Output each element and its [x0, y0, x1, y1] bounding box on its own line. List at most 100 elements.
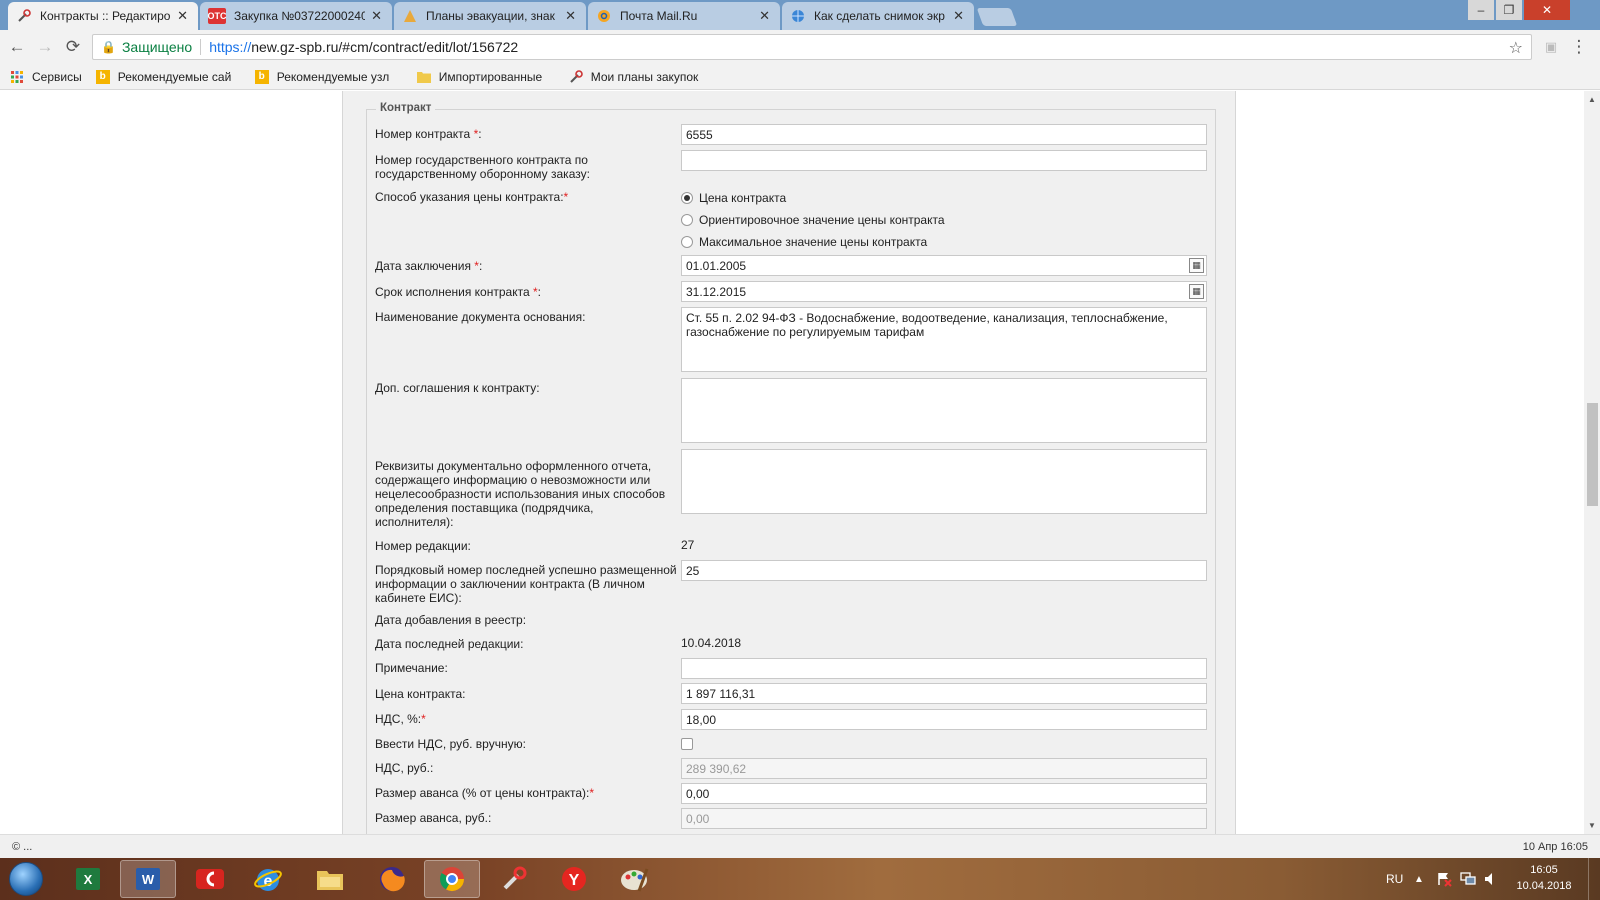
url-text: https://new.gz-spb.ru/#cm/contract/edit/…	[209, 39, 519, 55]
action-center-flag-icon[interactable]	[1436, 858, 1452, 900]
evac-icon	[402, 8, 418, 24]
close-window-button[interactable]: ✕	[1524, 0, 1570, 20]
bookmarks-bar: Сервисы b Рекомендуемые сай b Рекомендуе…	[0, 64, 1600, 90]
svg-text:Y: Y	[569, 872, 580, 889]
bookmark-recommended-1[interactable]: b Рекомендуемые сай	[95, 69, 241, 84]
chrome-app[interactable]	[424, 860, 480, 898]
show-desktop-button[interactable]	[1588, 858, 1600, 900]
vat-manual-label: Ввести НДС, руб. вручную:	[375, 737, 526, 751]
language-indicator[interactable]: RU	[1386, 858, 1403, 900]
new-tab-button[interactable]	[976, 8, 1018, 26]
network-icon[interactable]	[1460, 858, 1476, 900]
secure-label: Защищено	[121, 39, 193, 55]
close-icon[interactable]: ✕	[759, 8, 770, 24]
price-method-label: Способ указания цены контракта:*	[375, 190, 569, 204]
volume-icon[interactable]	[1484, 858, 1498, 900]
reload-icon[interactable]: ⟳	[62, 36, 84, 58]
forward-arrow-icon[interactable]: →	[34, 36, 56, 58]
firefox-app[interactable]	[364, 860, 420, 898]
apps-icon	[10, 70, 24, 84]
contract-price-label: Цена контракта:	[375, 687, 466, 701]
basis-document-label: Наименование документа основания:	[375, 310, 586, 324]
conclusion-date-label: Дата заключения *:	[375, 259, 483, 273]
show-hidden-icons[interactable]: ▲	[1414, 858, 1424, 900]
page-scrollbar[interactable]: ▲ ▼	[1584, 91, 1600, 834]
advance-percent-input[interactable]: 0,00	[681, 783, 1207, 804]
tab-mail[interactable]: Почта Mail.Ru ✕	[588, 2, 780, 30]
bookmark-services[interactable]: Сервисы	[10, 70, 82, 84]
execution-term-input[interactable]: 31.12.2015 ▦	[681, 281, 1207, 302]
basis-document-textarea[interactable]: Ст. 55 п. 2.02 94-ФЗ - Водоснабжение, во…	[681, 307, 1207, 372]
page-viewport: Контракт Номер контракта *: 6555 Номер г…	[0, 91, 1584, 834]
price-option-maximum[interactable]: Максимальное значение цены контракта	[681, 235, 927, 249]
vat-rub-label: НДС, руб.:	[375, 761, 434, 775]
vat-manual-checkbox[interactable]	[681, 738, 693, 750]
address-bar[interactable]: 🔒 Защищено https://new.gz-spb.ru/#cm/con…	[92, 34, 1532, 60]
windows-logo-icon	[9, 862, 43, 896]
supplementary-label: Доп. соглашения к контракту:	[375, 381, 540, 395]
last-info-number-input[interactable]: 25	[681, 560, 1207, 581]
advance-rub-input: 0,00	[681, 808, 1207, 829]
bing-icon: b	[254, 69, 269, 84]
vat-percent-input[interactable]: 18,00	[681, 709, 1207, 730]
calendar-icon[interactable]: ▦	[1189, 284, 1204, 299]
calendar-icon[interactable]: ▦	[1189, 258, 1204, 273]
restore-button[interactable]: ❐	[1496, 0, 1522, 20]
scroll-up-icon[interactable]: ▲	[1588, 95, 1596, 104]
report-details-textarea[interactable]	[681, 449, 1207, 514]
note-input[interactable]	[681, 658, 1207, 679]
tools-app[interactable]	[486, 860, 542, 898]
report-details-label: Реквизиты документально оформленного отч…	[375, 459, 666, 529]
bookmark-recommended-2[interactable]: b Рекомендуемые узл	[254, 69, 403, 84]
menu-icon[interactable]: ⋮	[1568, 36, 1590, 58]
status-right: 10 Апр 16:05	[1522, 840, 1588, 853]
bookmark-imported[interactable]: Импортированные	[416, 70, 555, 84]
paint-app[interactable]	[606, 860, 662, 898]
vat-rub-input: 289 390,62	[681, 758, 1207, 779]
bookmark-star-icon[interactable]: ☆	[1509, 38, 1523, 58]
minimize-button[interactable]: –	[1468, 0, 1494, 20]
registry-date-label: Дата добавления в реестр:	[375, 613, 527, 627]
price-option-contract[interactable]: Цена контракта	[681, 191, 786, 205]
tab-contracts[interactable]: Контракты :: Редактиров ✕	[8, 2, 198, 30]
acrobat-app[interactable]	[182, 860, 238, 898]
back-arrow-icon[interactable]: ←	[6, 36, 28, 58]
contract-price-input[interactable]: 1 897 116,31	[681, 683, 1207, 704]
bookmark-my-plans[interactable]: Мои планы закупок	[569, 69, 698, 84]
word-app[interactable]: W	[120, 860, 176, 898]
yandex-app[interactable]: Y	[546, 860, 602, 898]
radio-unselected[interactable]	[681, 236, 693, 248]
last-revision-date-value: 10.04.2018	[681, 636, 742, 650]
system-clock[interactable]: 16:05 10.04.2018	[1506, 862, 1582, 894]
supplementary-textarea[interactable]	[681, 378, 1207, 443]
tab-zakupka[interactable]: OTC Закупка №03722000240 ✕	[200, 2, 392, 30]
tools-icon	[569, 69, 583, 84]
status-bar: © ... 10 Апр 16:05	[0, 834, 1600, 858]
extension-icon[interactable]: ▣	[1540, 36, 1562, 58]
ie-app[interactable]: e	[240, 860, 296, 898]
gov-contract-number-input[interactable]	[681, 150, 1207, 171]
clock-time: 16:05	[1530, 864, 1558, 876]
contract-number-input[interactable]: 6555	[681, 124, 1207, 145]
radio-selected[interactable]	[681, 192, 693, 204]
radio-unselected[interactable]	[681, 214, 693, 226]
close-icon[interactable]: ✕	[177, 8, 188, 24]
fieldset-legend: Контракт	[376, 102, 436, 114]
close-icon[interactable]: ✕	[371, 8, 382, 24]
tab-evacuation[interactable]: Планы эвакуации, знак ✕	[394, 2, 586, 30]
close-icon[interactable]: ✕	[565, 8, 576, 24]
scroll-down-icon[interactable]: ▼	[1588, 821, 1596, 830]
separator	[200, 39, 202, 55]
last-revision-date-label: Дата последней редакции:	[375, 637, 524, 651]
close-icon[interactable]: ✕	[953, 8, 964, 24]
explorer-app[interactable]	[302, 860, 358, 898]
svg-text:W: W	[142, 872, 155, 887]
scrollbar-thumb[interactable]	[1587, 403, 1598, 506]
price-option-approximate[interactable]: Ориентировочное значение цены контракта	[681, 213, 945, 227]
tab-screenshot[interactable]: Как сделать снимок экр ✕	[782, 2, 974, 30]
clock-date: 10.04.2018	[1516, 880, 1572, 892]
conclusion-date-input[interactable]: 01.01.2005 ▦	[681, 255, 1207, 276]
revision-number-value: 27	[681, 538, 695, 552]
excel-app[interactable]: X	[60, 860, 116, 898]
start-button[interactable]	[4, 860, 48, 898]
